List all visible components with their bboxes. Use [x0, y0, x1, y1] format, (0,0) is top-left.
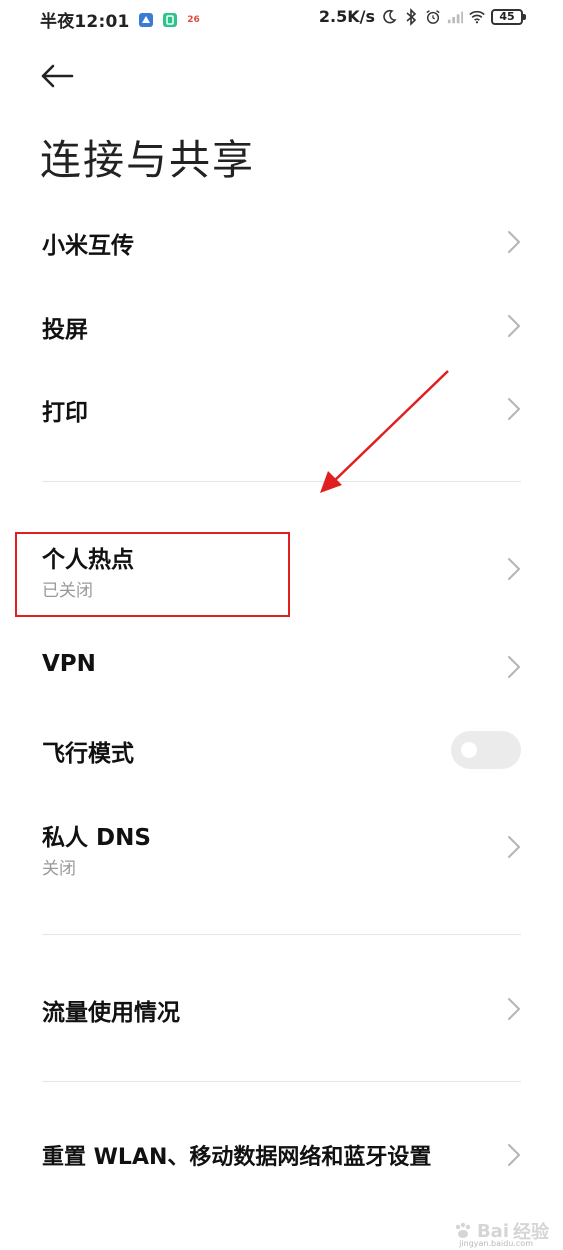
- status-time: 半夜12:01: [40, 12, 130, 32]
- back-arrow-icon: [41, 64, 74, 88]
- settings-row-mi-share[interactable]: 小米互传: [0, 215, 563, 269]
- chevron-right-icon: [508, 656, 520, 678]
- toggle-knob: [461, 742, 477, 758]
- settings-row-airplane-mode[interactable]: 飞行模式: [0, 722, 563, 778]
- signal-icon: [447, 9, 463, 25]
- row-label: VPN: [42, 651, 96, 677]
- annotation-highlight-box: [15, 532, 290, 617]
- status-right: 2.5K/s 45: [318, 7, 526, 26]
- airplane-mode-toggle[interactable]: [451, 731, 521, 769]
- settings-row-vpn[interactable]: VPN: [0, 640, 563, 694]
- bluetooth-icon: [403, 7, 419, 26]
- calendar-badge-icon: 26: [187, 14, 200, 25]
- back-button[interactable]: [40, 58, 80, 94]
- status-left: 半夜12:01 26: [40, 7, 202, 32]
- wifi-icon: [469, 9, 485, 25]
- chevron-right-icon: [508, 558, 520, 580]
- page-title: 连接与共享: [40, 136, 255, 184]
- paw-icon: [455, 1222, 471, 1238]
- settings-row-reset-network[interactable]: 重置 WLAN、移动数据网络和蓝牙设置: [0, 1128, 563, 1182]
- row-label: 飞行模式: [42, 741, 134, 767]
- network-speed: 2.5K/s: [318, 7, 375, 26]
- moon-icon: [381, 9, 397, 25]
- settings-row-print[interactable]: 打印: [0, 382, 563, 436]
- annotation-arrow: [320, 370, 449, 493]
- section-divider: [42, 934, 521, 935]
- chevron-right-icon: [508, 398, 520, 420]
- settings-row-private-dns[interactable]: 私人 DNS 关闭: [0, 808, 563, 888]
- row-label: 流量使用情况: [42, 1000, 180, 1026]
- row-label: 投屏: [42, 317, 88, 343]
- chevron-right-icon: [508, 998, 520, 1020]
- battery-indicator: 45: [491, 8, 526, 25]
- settings-row-data-usage[interactable]: 流量使用情况: [0, 982, 563, 1036]
- alarm-icon: [425, 9, 441, 25]
- status-bar: 半夜12:01 26 2.5K/s 45: [0, 0, 563, 36]
- settings-row-screen-cast[interactable]: 投屏: [0, 299, 563, 353]
- chevron-right-icon: [508, 836, 520, 858]
- chevron-right-icon: [508, 315, 520, 337]
- mi-app-icon: [162, 12, 178, 28]
- row-label: 重置 WLAN、移动数据网络和蓝牙设置: [42, 1145, 432, 1170]
- row-label: 打印: [42, 400, 88, 426]
- row-label: 小米互传: [42, 233, 134, 259]
- chevron-right-icon: [508, 1144, 520, 1166]
- row-label: 私人 DNS: [42, 825, 151, 851]
- watermark-url: jingyan.baidu.com: [459, 1239, 533, 1248]
- chevron-right-icon: [508, 231, 520, 253]
- section-divider: [42, 1081, 521, 1082]
- map-app-icon: [138, 12, 154, 28]
- row-status: 关闭: [42, 859, 76, 879]
